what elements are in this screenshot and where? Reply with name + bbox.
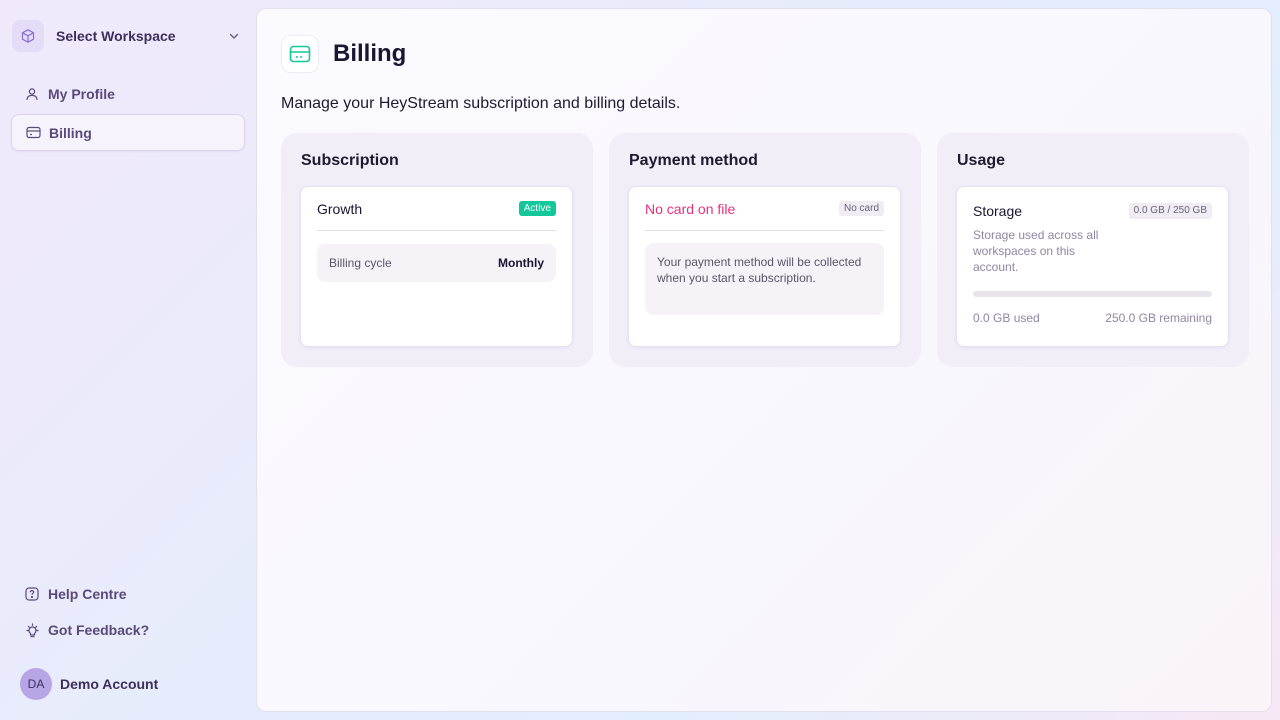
payment-status-row: No card on file No card [645, 201, 884, 231]
storage-description: Storage used across all workspaces on th… [973, 228, 1099, 274]
feedback-link[interactable]: Got Feedback? [24, 620, 149, 640]
status-badge: No card [838, 201, 884, 216]
status-badge: Active [518, 201, 556, 216]
account-name: Demo Account [60, 676, 159, 692]
help-centre-label: Help Centre [48, 586, 127, 602]
storage-progress-bar [973, 291, 1212, 297]
storage-remaining: 250.0 GB remaining [1105, 311, 1212, 325]
billing-cycle-label: Billing cycle [329, 256, 392, 270]
page-description: Manage your HeyStream subscription and b… [281, 95, 681, 112]
sidebar-item-label: Billing [49, 124, 92, 141]
subscription-card: Growth Active Billing cycle Monthly [300, 186, 573, 347]
payment-status-text: No card on file [645, 201, 736, 217]
help-icon [24, 586, 40, 602]
subscription-panel: Subscription Growth Active Billing cycle… [281, 133, 593, 367]
lightbulb-icon [24, 622, 40, 638]
sidebar-item-billing[interactable]: Billing [11, 114, 245, 151]
main-content: Billing Manage your HeyStream subscripti… [256, 8, 1272, 712]
sidebar-item-label: My Profile [48, 85, 115, 102]
sidebar-item-my-profile[interactable]: My Profile [11, 75, 245, 112]
billing-cycle-row: Billing cycle Monthly [317, 244, 556, 282]
feedback-label: Got Feedback? [48, 622, 150, 638]
storage-footer: 0.0 GB used 250.0 GB remaining [973, 311, 1212, 325]
plan-name: Growth [317, 201, 363, 217]
avatar: DA [20, 668, 52, 700]
storage-title: Storage [973, 203, 1023, 219]
storage-badge: 0.0 GB / 250 GB [1128, 203, 1212, 219]
payment-note: Your payment method will be collected wh… [645, 243, 884, 315]
panel-title: Payment method [629, 152, 758, 169]
panel-title: Usage [957, 152, 1006, 169]
credit-card-icon [281, 35, 319, 73]
sidebar: Select Workspace My Profile Billing Help… [0, 0, 256, 720]
account-menu[interactable]: DA Demo Account [20, 668, 158, 700]
billing-cycle-value: Monthly [498, 256, 544, 270]
payment-method-panel: Payment method No card on file No card Y… [609, 133, 921, 367]
page-title: Billing [333, 40, 407, 67]
help-centre-link[interactable]: Help Centre [24, 584, 127, 604]
chevron-down-icon [226, 28, 242, 44]
storage-card: Storage 0.0 GB / 250 GB Storage used acr… [956, 186, 1229, 347]
user-icon [24, 86, 40, 102]
plan-row: Growth Active [317, 201, 556, 231]
payment-card: No card on file No card Your payment met… [628, 186, 901, 347]
usage-panel: Usage Storage 0.0 GB / 250 GB Storage us… [937, 133, 1249, 367]
storage-header: Storage 0.0 GB / 250 GB [973, 203, 1212, 219]
storage-used: 0.0 GB used [973, 311, 1040, 325]
cube-icon [12, 20, 44, 52]
workspace-selector[interactable]: Select Workspace [12, 20, 244, 52]
panel-title: Subscription [301, 152, 399, 169]
credit-card-icon [25, 125, 41, 141]
page-header: Billing [281, 35, 406, 73]
workspace-label: Select Workspace [56, 28, 176, 44]
